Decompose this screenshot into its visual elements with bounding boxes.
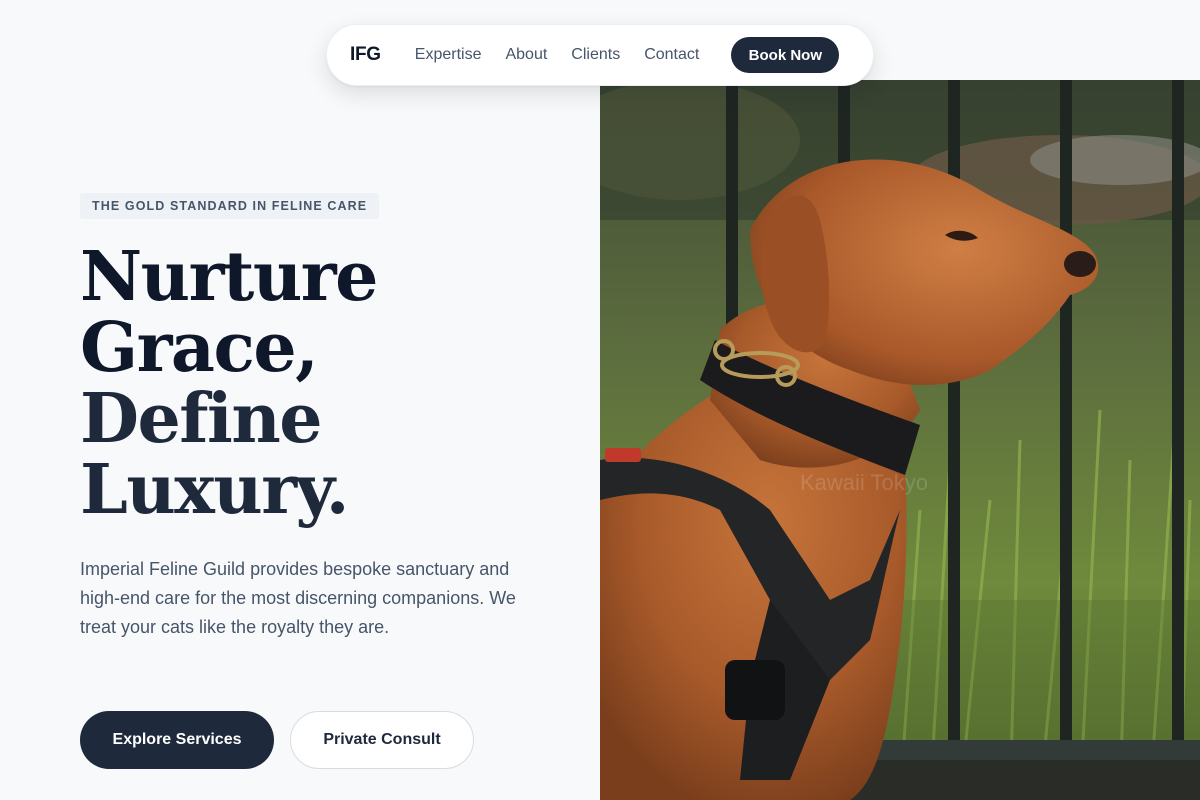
book-now-button[interactable]: Book Now	[731, 37, 840, 73]
nav-link-about[interactable]: About	[505, 46, 547, 64]
headline-line-3: Define	[80, 379, 323, 459]
nav-links: Expertise About Clients Contact	[415, 46, 700, 64]
headline-line-1: Nurture	[80, 237, 378, 317]
headline-line-2: Grace,	[80, 308, 319, 388]
svg-text:Kawaii Tokyo: Kawaii Tokyo	[800, 470, 928, 495]
hero-photo: Kawaii Tokyo	[600, 80, 1200, 800]
brand-logo[interactable]: IFG	[350, 44, 381, 66]
nav-link-clients[interactable]: Clients	[571, 46, 620, 64]
nav-link-contact[interactable]: Contact	[644, 46, 699, 64]
hero-badge: THE GOLD STANDARD IN FELINE CARE	[80, 193, 380, 219]
hero-description: Imperial Feline Guild provides bespoke s…	[80, 559, 516, 637]
nav-link-expertise[interactable]: Expertise	[415, 46, 482, 64]
top-nav: IFG Expertise About Clients Contact Book…	[326, 24, 874, 86]
private-consult-button[interactable]: Private Consult	[290, 711, 474, 769]
explore-services-button[interactable]: Explore Services	[80, 711, 274, 769]
landing-page: IFG Expertise About Clients Contact Book…	[0, 0, 1200, 800]
headline-line-4: Luxury.	[80, 450, 349, 530]
dog-in-harness-photo: Kawaii Tokyo	[600, 80, 1200, 800]
hero-headline: Nurture Grace, Define Luxury.	[80, 237, 378, 530]
